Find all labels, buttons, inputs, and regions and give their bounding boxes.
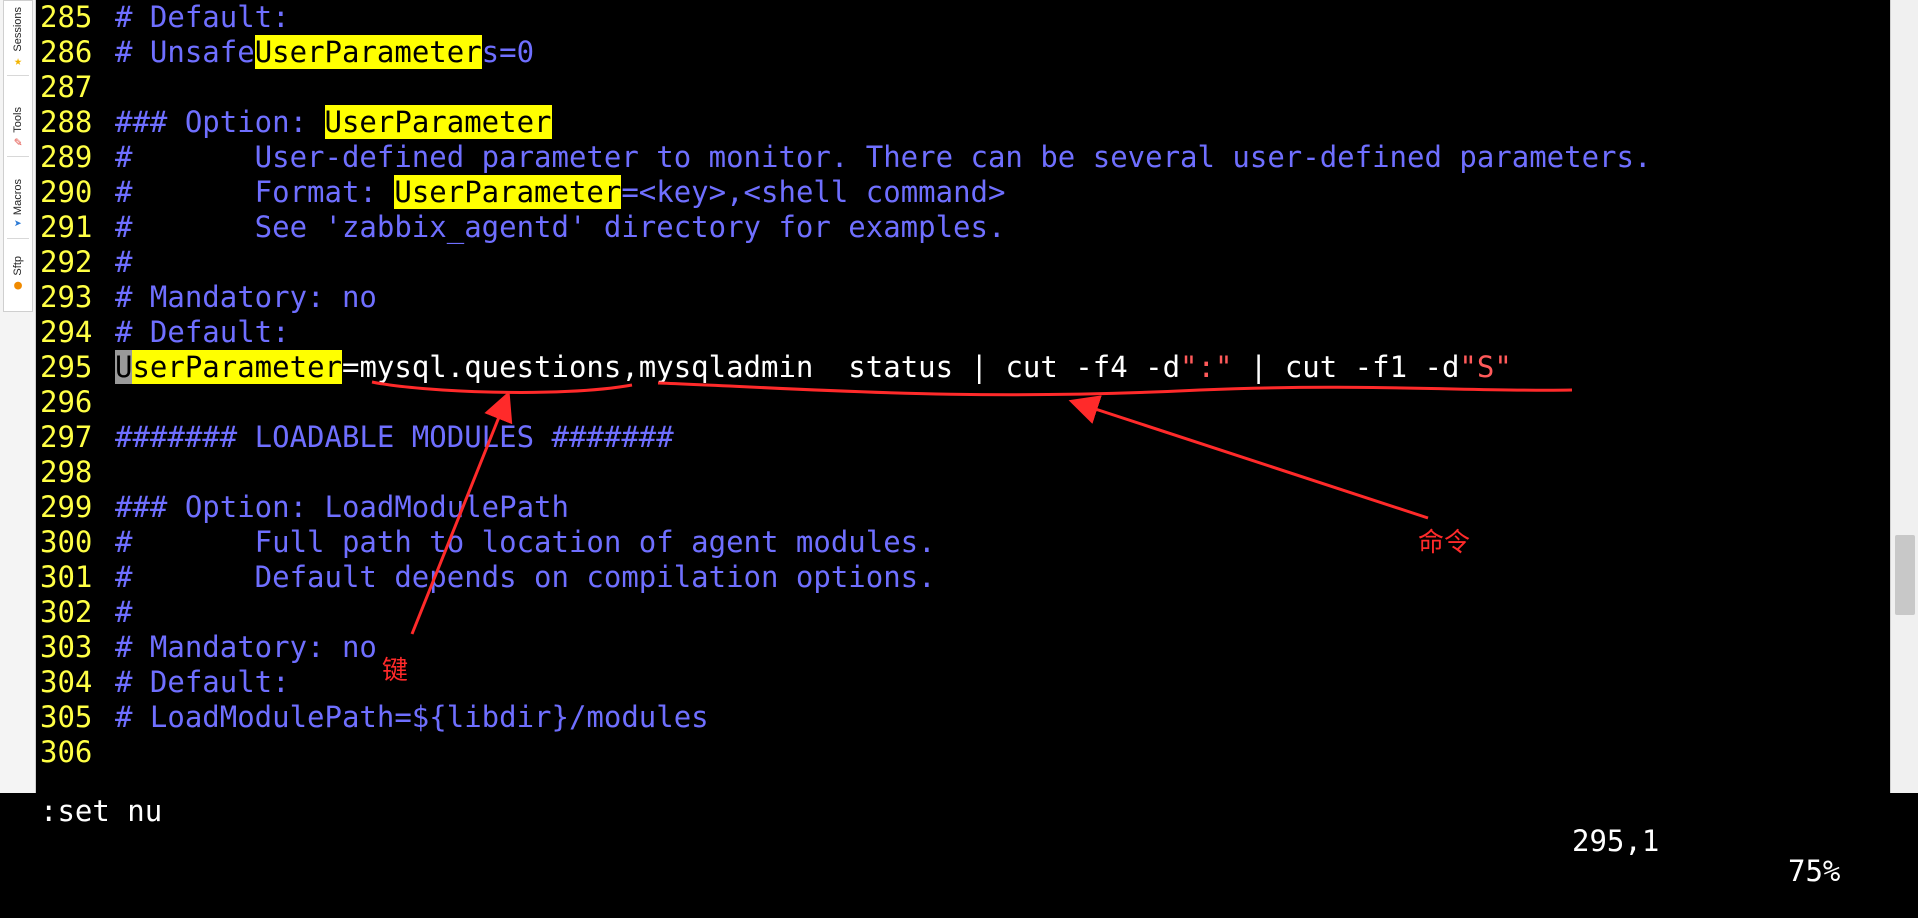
line-number: 287 [40,70,93,104]
editor-line[interactable]: 296 [40,385,115,420]
cursor-position: 295,1 [1572,824,1660,858]
code-text: # Mandatory: no [115,630,377,664]
tab-macros-label: Macros [12,179,24,216]
code-text: # Default depends on compilation options… [115,560,936,594]
tab-macros[interactable]: Macros ➤ [4,179,32,240]
code-text: ####### LOADABLE MODULES ####### [115,420,674,454]
search-highlight: UserParameter [324,105,552,139]
status-line: :set nu 295,1 75% [40,766,1878,886]
code-text: # [115,245,133,279]
code-text: # [115,595,133,629]
code-text: # Default: [115,0,290,34]
editor-line[interactable]: 302 # [40,595,132,630]
line-number: 302 [40,595,93,629]
sftp-icon: ● [14,277,22,293]
editor-line[interactable]: 301 # Default depends on compilation opti… [40,560,936,595]
line-number: 292 [40,245,93,279]
editor-line[interactable]: 294 # Default: [40,315,290,350]
code-text: | cut -f1 -d [1232,350,1460,384]
line-number: 291 [40,210,93,244]
command-annotation-label: 命令 [1418,528,1471,558]
line-number: 293 [40,280,93,314]
tab-divider [7,238,29,240]
tab-tools[interactable]: Tools ✎ [4,107,32,157]
editor-line[interactable]: 293 # Mandatory: no [40,280,377,315]
editor-line[interactable]: 304 # Default: [40,665,290,700]
line-number: 294 [40,315,93,349]
editor-line[interactable]: 300 # Full path to location of agent modu… [40,525,936,560]
editor-line[interactable]: 299 ### Option: LoadModulePath [40,490,569,525]
tab-divider [7,74,29,76]
line-number: 290 [40,175,93,209]
tab-sftp[interactable]: Sftp ● [4,256,32,293]
command-line[interactable]: :set nu [40,796,162,826]
editor-line[interactable]: 285 # Default: [40,0,290,35]
search-highlight: serParameter [132,350,342,384]
code-text: =<key>,<shell command> [621,175,1006,209]
line-number: 296 [40,385,93,419]
star-icon: ★ [14,53,22,69]
editor-line[interactable]: 305 # LoadModulePath=${libdir}/modules [40,700,709,735]
code-text: # Mandatory: no [115,280,377,314]
code-text: # Default: [115,665,290,699]
line-number: 306 [40,735,93,769]
macros-icon: ➤ [14,217,22,233]
code-text: ":" [1180,350,1233,384]
search-highlight: UserParameter [254,35,482,69]
tools-icon: ✎ [14,134,22,150]
line-number: 299 [40,490,93,524]
search-highlight: UserParameter [394,175,622,209]
code-text: =mysql.questions,mysqladmin status | cut… [341,350,1181,384]
tab-sessions-label: Sessions [12,7,24,52]
editor-line[interactable]: 303 # Mandatory: no [40,630,377,665]
vertical-scrollbar[interactable] [1890,0,1918,793]
editor-line[interactable]: 290 # Format: UserParameter=<key>,<shell … [40,175,1005,210]
editor-line[interactable]: 288 ### Option: UserParameter [40,105,552,140]
code-text: # LoadModulePath=${libdir}/modules [115,700,709,734]
code-text: # Default: [115,315,290,349]
editor-line[interactable]: 291 # See 'zabbix_agentd' directory for e… [40,210,1005,245]
line-number: 304 [40,665,93,699]
code-text: ### Option: [115,105,325,139]
tab-divider [7,155,29,157]
editor-line[interactable]: 295 UserParameter=mysql.questions,mysqlad… [40,350,1512,385]
line-number: 303 [40,630,93,664]
tab-tools-label: Tools [12,107,24,133]
editor-line[interactable]: 292 # [40,245,132,280]
code-text: ### Option: LoadModulePath [115,490,569,524]
scrollbar-thumb[interactable] [1895,535,1915,615]
tab-sessions[interactable]: Sessions ★ [4,7,32,76]
text-cursor: U [115,350,133,384]
line-number: 300 [40,525,93,559]
editor-line[interactable]: 306 [40,735,115,770]
side-toolbar: Sessions ★ Tools ✎ Macros ➤ Sftp ● [0,0,36,793]
line-number: 305 [40,700,93,734]
line-number: 288 [40,105,93,139]
editor-line[interactable]: 297 ####### LOADABLE MODULES ####### [40,420,674,455]
code-text: # See 'zabbix_agentd' directory for exam… [115,210,1006,244]
line-number: 295 [40,350,93,384]
code-text: s=0 [481,35,535,69]
editor-line[interactable]: 298 [40,455,115,490]
line-number: 298 [40,455,93,489]
code-text: # Full path to location of agent modules… [115,525,936,559]
editor-line[interactable]: 287 [40,70,115,105]
scroll-percent: 75% [1788,854,1841,888]
line-number: 285 [40,0,93,34]
editor-line[interactable]: 289 # User-defined parameter to monitor. … [40,140,1651,175]
line-number: 289 [40,140,93,174]
line-number: 286 [40,35,93,69]
code-text: # Unsafe [115,35,255,69]
line-number: 297 [40,420,93,454]
code-text: # User-defined parameter to monitor. The… [115,140,1652,174]
tab-sftp-label: Sftp [12,256,24,276]
side-tabs: Sessions ★ Tools ✎ Macros ➤ Sftp ● [3,0,33,312]
code-text: # Format: [115,175,395,209]
line-number: 301 [40,560,93,594]
terminal-area[interactable]: 285 # Default: 286 # UnsafeUserParameters=0… [40,0,1878,886]
editor-line[interactable]: 286 # UnsafeUserParameters=0 [40,35,534,70]
key-annotation-label: 键 [382,656,409,686]
code-text: "S" [1459,350,1512,384]
